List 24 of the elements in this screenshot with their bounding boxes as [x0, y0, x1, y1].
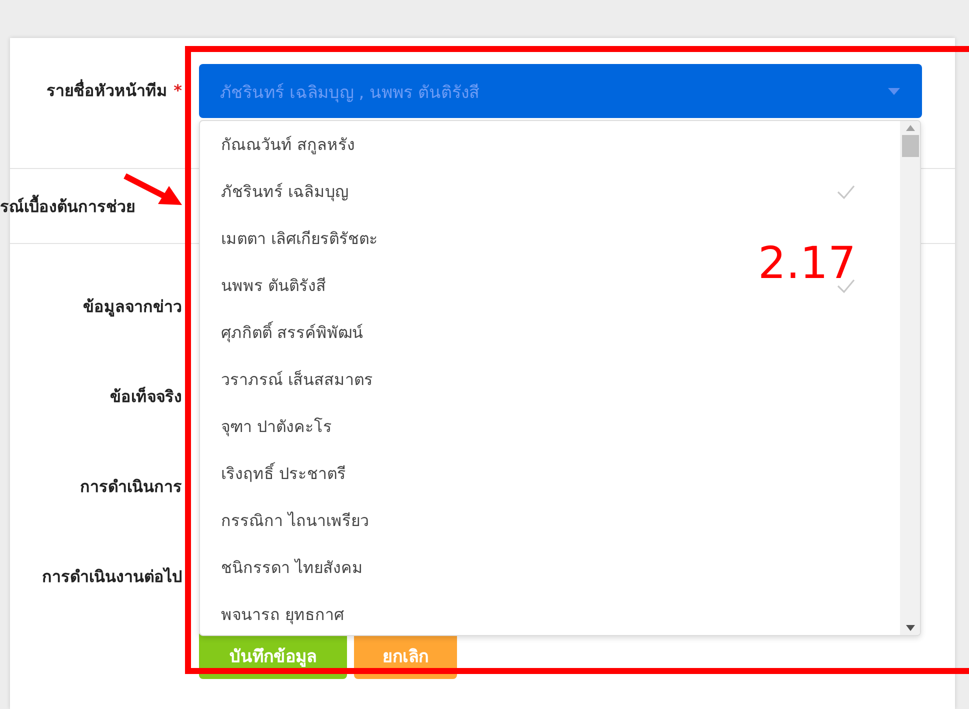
dropdown-option[interactable]: ภัชรินทร์ เฉลิมบุญ — [221, 179, 350, 204]
dropdown-option[interactable]: เริงฤทธิ์ ประชาตรี — [221, 461, 346, 486]
dropdown-option[interactable]: ชนิกรรดา ไทยสังคม — [221, 555, 364, 580]
dropdown-option[interactable]: จุฑา ปาตังคะโร — [221, 414, 332, 439]
scroll-up-icon — [906, 125, 914, 131]
dropdown-option[interactable]: กรรณิกา ไถนาเพรียว — [221, 508, 370, 533]
field-label: รายชื่อหัวหน้าทีม — [46, 78, 168, 102]
callout-label: 2.17 — [758, 237, 856, 291]
field-label: ข้อเท็จจริง — [109, 386, 182, 408]
caret-icon — [888, 88, 900, 94]
scrollbar[interactable] — [900, 121, 920, 635]
dropdown-option[interactable]: เมตตา เลิศเกียรติรัชตะ — [221, 226, 378, 251]
dropdown-option[interactable]: พจนารถ ยุทธกาศ — [221, 602, 344, 627]
field-label: ข้อมูลจากข่าว — [82, 296, 182, 318]
field-label: การดำเนินการ — [79, 476, 182, 498]
dropdown-option[interactable]: นพพร ตันติรังสี — [221, 273, 326, 298]
scroll-down-icon — [906, 625, 914, 631]
required-mark: * — [174, 80, 182, 102]
scrollbar-thumb[interactable] — [902, 135, 918, 157]
dropdown-option[interactable]: วราภรณ์ เส็นสสมาตร — [221, 367, 374, 392]
dropdown-option[interactable]: กัณณวันท์ สกูลหรัง — [221, 132, 356, 157]
section-label: รณ์เบื้องต้นการช่วย — [0, 194, 135, 218]
field-label: การดำเนินงานต่อไป — [41, 566, 182, 588]
dropdown-option[interactable]: ศุภกิตติ์ สรรค์พิพัฒน์ — [221, 320, 364, 345]
